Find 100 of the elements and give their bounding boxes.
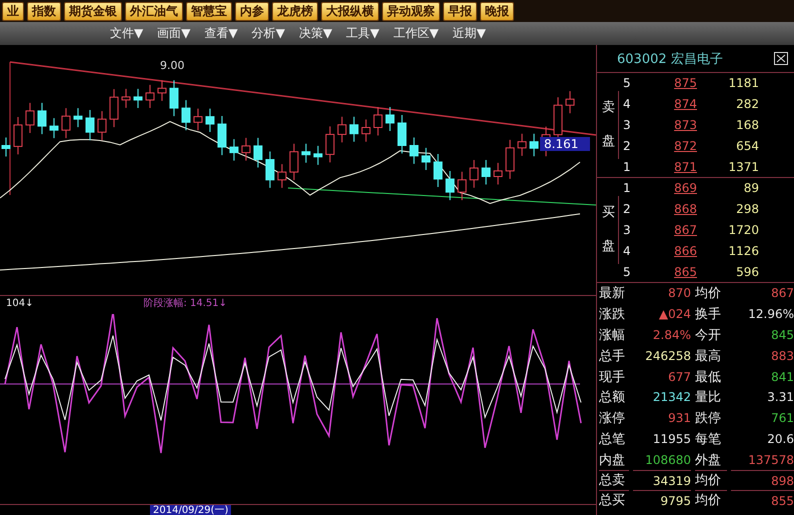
candlestick: [146, 84, 154, 108]
stat-label: 每笔: [695, 430, 722, 448]
toolbar-button[interactable]: 晚报: [480, 2, 514, 20]
candlestick: [566, 90, 574, 114]
order-price: 872: [673, 138, 697, 153]
order-price: 865: [673, 264, 697, 279]
stat-value: 34319: [633, 470, 691, 492]
stat-value: 883: [770, 348, 794, 363]
candlestick: [518, 133, 526, 156]
menu-item[interactable]: 工作区▼: [393, 25, 439, 42]
order-volume: 596: [735, 264, 759, 279]
candlestick: [422, 147, 430, 171]
stat-value: 898: [731, 470, 794, 492]
stat-label: 今开: [695, 326, 722, 344]
stat-value: 845: [770, 328, 794, 342]
order-level: 5: [623, 264, 632, 279]
order-volume: 168: [735, 118, 759, 132]
stat-label: 均价: [695, 470, 727, 492]
candlestick: [206, 108, 214, 133]
toolbar-button[interactable]: 异动观察: [382, 2, 440, 20]
stat-value: 931: [667, 411, 691, 426]
menu-item[interactable]: 分析▼: [252, 25, 285, 42]
candlestick: [98, 110, 106, 141]
candlestick: [194, 108, 202, 131]
stat-label: 总额: [599, 389, 626, 406]
order-price: 871: [673, 160, 697, 174]
menu-item[interactable]: 近期▼: [452, 25, 486, 42]
stat-label: 涨跌: [599, 306, 626, 324]
candlestick: [26, 102, 34, 134]
stat-value: 841: [770, 370, 794, 384]
menu-item[interactable]: 文件▼: [110, 25, 144, 42]
stat-value: 108680: [644, 452, 691, 467]
order-volume: 1371: [727, 160, 759, 174]
order-volume: 298: [735, 202, 759, 216]
date-label: 2014/09/29(一): [150, 505, 232, 515]
candlestick: [50, 118, 58, 139]
order-level: 1: [623, 181, 632, 196]
menu-item[interactable]: 决策▼: [298, 25, 332, 42]
order-price: 873: [673, 118, 697, 132]
candlestick: [326, 126, 334, 163]
candlestick: [158, 80, 166, 102]
candlestick: [314, 145, 322, 166]
stat-value: 9795: [633, 490, 691, 512]
stat-label: 总卖: [599, 470, 629, 492]
stat-label: 涨幅: [599, 326, 626, 344]
price-tag: 8.161: [540, 137, 590, 151]
stat-label: 总买: [599, 490, 629, 512]
indicator-label: 阶段涨幅: 14.51↓: [143, 296, 228, 310]
order-price: 874: [673, 97, 697, 112]
candlestick: [62, 108, 70, 139]
toolbar-button[interactable]: 业: [2, 2, 24, 20]
candlestick: [494, 162, 502, 186]
toolbar-button[interactable]: 期货金银: [64, 2, 122, 20]
order-volume: 1181: [727, 76, 759, 90]
order-level: 4: [623, 244, 632, 258]
candlestick: [2, 137, 10, 157]
indicator-label: 104↓: [6, 298, 34, 308]
candlestick: [218, 116, 226, 156]
menu-item[interactable]: 画面▼: [157, 25, 190, 42]
order-level: 3: [623, 222, 632, 237]
stat-label: 最高: [695, 348, 722, 365]
candlestick: [122, 88, 130, 108]
high-price-label: 9.00: [160, 59, 184, 72]
candlestick: [338, 116, 346, 143]
candlestick: [110, 88, 118, 128]
candlestick: [350, 116, 358, 142]
close-icon[interactable]: [774, 52, 788, 65]
stat-label: 现手: [599, 368, 626, 386]
order-level: 3: [623, 118, 632, 132]
side-label: 买盘: [597, 196, 619, 264]
stat-label: 均价: [695, 285, 722, 302]
order-level: 2: [623, 202, 632, 216]
candlestick: [362, 119, 370, 142]
order-level: 5: [623, 76, 632, 90]
toolbar-button[interactable]: 龙虎榜: [272, 2, 318, 20]
candlestick: [74, 108, 82, 128]
order-price: 875: [673, 76, 697, 90]
stat-value: 246258: [644, 348, 691, 363]
menu-item[interactable]: 查看▼: [204, 25, 238, 42]
stat-value: 761: [770, 411, 794, 426]
candlestick: [278, 164, 286, 188]
toolbar-button[interactable]: 内参: [235, 2, 269, 20]
candlestick: [410, 137, 418, 164]
stat-value: 20.6: [766, 432, 794, 446]
stat-value: 137578: [747, 452, 794, 467]
order-price: 867: [673, 222, 697, 237]
toolbar-button[interactable]: 大报纵横: [321, 2, 379, 20]
toolbar-button[interactable]: 外汇油气: [125, 2, 183, 20]
order-volume: 1126: [727, 244, 759, 258]
order-volume: 1720: [727, 222, 759, 237]
toolbar-button[interactable]: 智慧宝: [186, 2, 232, 20]
menu-item[interactable]: 工具▼: [346, 25, 380, 42]
order-level: 1: [623, 160, 632, 174]
stat-value: 2.84%: [652, 328, 691, 342]
stat-value: 3.31: [766, 390, 794, 404]
candlestick: [242, 137, 250, 162]
order-price: 869: [673, 181, 697, 196]
toolbar-button[interactable]: 指数: [27, 2, 61, 20]
toolbar-button[interactable]: 早报: [443, 2, 477, 20]
candlestick: [254, 137, 262, 168]
